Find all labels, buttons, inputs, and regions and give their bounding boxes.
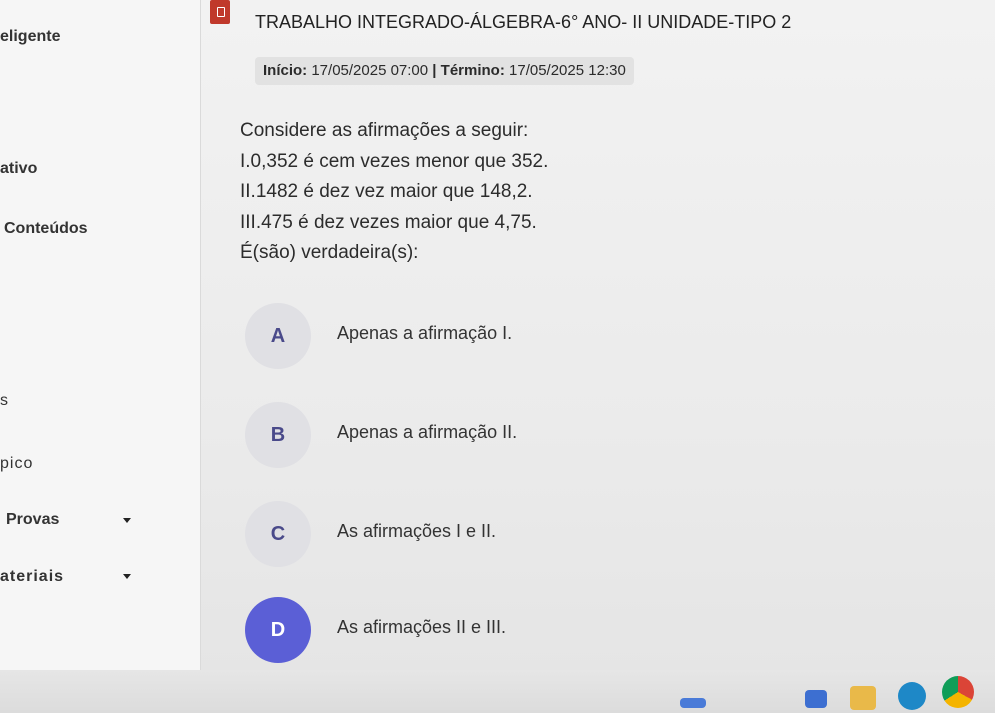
option-letter[interactable]: A — [245, 303, 311, 369]
exam-screen: eligente ativo Conteúdos s pico Provas a… — [0, 0, 995, 713]
question-line: É(são) verdadeira(s): — [240, 242, 419, 263]
separator: | — [432, 62, 437, 79]
page-title: TRABALHO INTEGRADO-ÁLGEBRA-6° ANO- II UN… — [255, 12, 792, 32]
sidebar-item-materiais[interactable]: ateriais — [0, 568, 64, 586]
sidebar-item-pico[interactable]: pico — [0, 455, 33, 473]
option-d[interactable]: D As afirmações II e III. — [245, 597, 745, 663]
option-b[interactable]: B Apenas a afirmação II. — [245, 402, 745, 468]
end-value: 17/05/2025 12:30 — [509, 62, 626, 79]
end-label: Término: — [440, 62, 505, 79]
schedule-bar: Início: 17/05/2025 07:00 | Término: 17/0… — [255, 57, 634, 85]
folder-icon[interactable] — [850, 686, 876, 710]
sidebar: eligente ativo Conteúdos s pico Provas a… — [0, 0, 201, 713]
question-line: Considere as afirmações a seguir: — [240, 120, 529, 141]
app-icon[interactable] — [680, 698, 706, 708]
sidebar-item-s[interactable]: s — [0, 392, 8, 410]
sidebar-item-ativo[interactable]: ativo — [0, 160, 37, 178]
sidebar-item-provas[interactable]: Provas — [6, 511, 59, 529]
option-letter[interactable]: D — [245, 597, 311, 663]
question-line: I.0,352 é cem vezes menor que 352. — [240, 150, 549, 172]
question-line: III.475 é dez vezes maior que 4,75. — [240, 211, 537, 233]
sidebar-item-conteudos[interactable]: Conteúdos — [4, 220, 88, 238]
option-c[interactable]: C As afirmações I e II. — [245, 501, 745, 567]
option-a[interactable]: A Apenas a afirmação I. — [245, 303, 745, 369]
question-text: Considere as afirmações a seguir: I.0,35… — [240, 116, 548, 269]
option-letter[interactable]: B — [245, 402, 311, 468]
sidebar-item-eligente[interactable]: eligente — [0, 28, 60, 46]
edge-icon[interactable] — [898, 682, 926, 710]
option-text[interactable]: Apenas a afirmação I. — [337, 323, 512, 344]
option-text[interactable]: Apenas a afirmação II. — [337, 422, 517, 443]
chrome-icon[interactable] — [942, 676, 974, 708]
option-text[interactable]: As afirmações II e III. — [337, 617, 506, 638]
question-line: II.1482 é dez vez maior que 148,2. — [240, 181, 533, 202]
start-label: Início: — [263, 62, 308, 79]
chevron-down-icon[interactable] — [123, 574, 131, 579]
taskbar — [0, 670, 995, 713]
option-letter[interactable]: C — [245, 501, 311, 567]
chevron-down-icon[interactable] — [123, 518, 131, 523]
start-value: 17/05/2025 07:00 — [311, 62, 429, 79]
option-text[interactable]: As afirmações I e II. — [337, 521, 496, 542]
app-icon[interactable] — [805, 690, 827, 708]
lock-icon — [210, 0, 230, 24]
